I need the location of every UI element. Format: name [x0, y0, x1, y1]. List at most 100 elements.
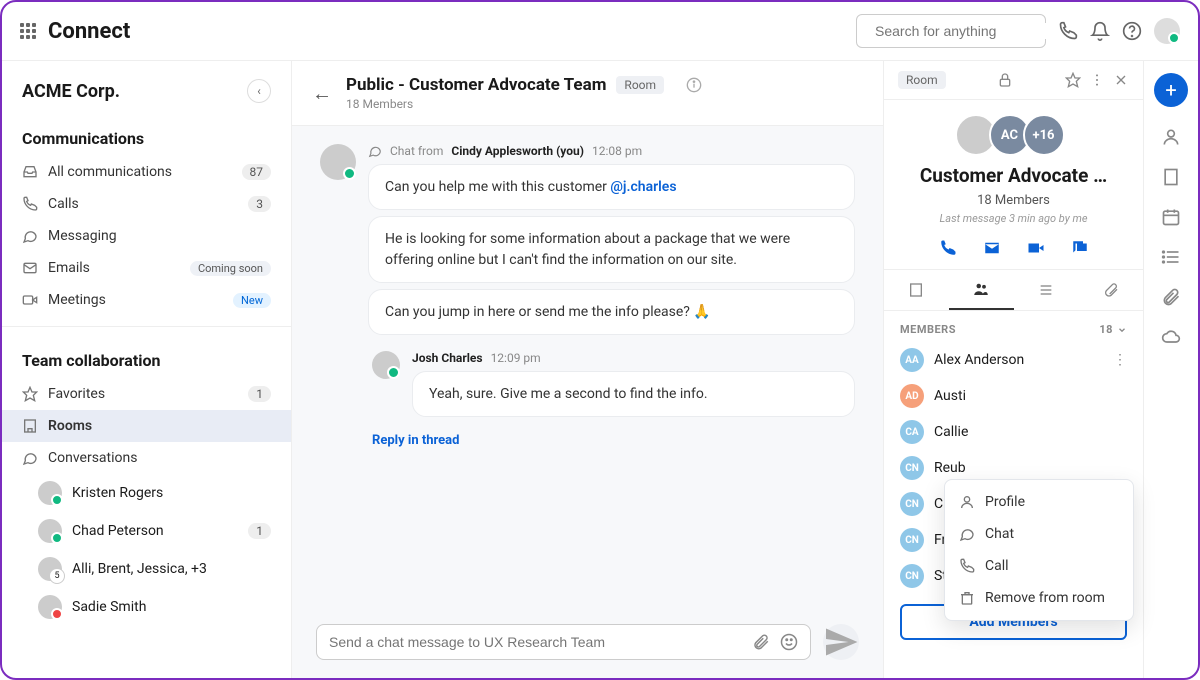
context-menu-item[interactable]: Call	[945, 550, 1133, 582]
member-row[interactable]: CA Callie	[884, 414, 1143, 450]
message-bubble: Can you help me with this customer @j.ch…	[368, 164, 855, 210]
nav-messaging[interactable]: Messaging	[2, 220, 291, 252]
chat-icon	[22, 228, 38, 244]
user-icon	[959, 494, 975, 510]
nav-emails[interactable]: Emails Coming soon	[2, 252, 291, 284]
cloud-icon[interactable]	[1161, 327, 1181, 347]
room-last-message: Last message 3 min ago by me	[884, 212, 1143, 225]
calendar-icon[interactable]	[1161, 207, 1181, 227]
context-menu-item[interactable]: Profile	[945, 486, 1133, 518]
room-tag: Room	[898, 71, 946, 89]
tab-members[interactable]	[949, 270, 1014, 310]
bell-icon[interactable]	[1090, 21, 1110, 41]
workspace-name: ACME Corp.	[22, 81, 120, 102]
conversation-item[interactable]: Chad Peterson 1	[2, 512, 291, 550]
conversation-item[interactable]: Sadie Smith	[2, 588, 291, 626]
new-button[interactable]: +	[1154, 73, 1188, 107]
avatar[interactable]	[372, 351, 400, 379]
lock-icon	[997, 72, 1013, 88]
room-tag: Room	[616, 76, 664, 94]
nav-meetings[interactable]: Meetings New	[2, 284, 291, 316]
count-badge: 1	[248, 386, 271, 402]
conversation-name: Sadie Smith	[72, 599, 146, 615]
chat-subtitle: 18 Members	[346, 97, 863, 111]
action-video-icon[interactable]	[1027, 239, 1045, 257]
action-email-icon[interactable]	[983, 239, 1001, 257]
context-menu-item[interactable]: Remove from room	[945, 582, 1133, 614]
phone-icon	[959, 558, 975, 574]
chevron-down-icon	[1117, 325, 1127, 335]
more-vertical-icon[interactable]	[1089, 72, 1105, 88]
avatar	[38, 481, 62, 505]
back-arrow-icon[interactable]: ←	[312, 81, 332, 106]
avatar-initials: CN	[900, 492, 924, 516]
composer-input[interactable]	[329, 634, 742, 650]
members-count-toggle[interactable]: 18	[1099, 323, 1127, 336]
avatar-more-count[interactable]: +16	[1023, 114, 1065, 156]
chat-icon	[22, 450, 38, 466]
conversation-item[interactable]: Alli, Brent, Jessica, +3	[2, 550, 291, 588]
message-bubble: He is looking for some information about…	[368, 216, 855, 283]
tasks-icon[interactable]	[1161, 247, 1181, 267]
nav-all-communications[interactable]: All communications 87	[2, 156, 291, 188]
reply-in-thread-link[interactable]: Reply in thread	[372, 433, 855, 448]
chat-icon	[959, 526, 975, 542]
details-panel: Room AC +16 Customer Advocate … 18 Membe…	[884, 61, 1144, 678]
star-icon[interactable]	[1065, 72, 1081, 88]
member-name: Austi	[934, 388, 966, 404]
tab-room-info[interactable]	[884, 270, 949, 310]
member-name: Alex Anderson	[934, 352, 1024, 368]
global-search[interactable]	[856, 14, 1046, 48]
nav-conversations[interactable]: Conversations	[2, 442, 291, 474]
messages-scroll[interactable]: Chat from Cindy Applesworth (you) 12:08 …	[292, 126, 883, 612]
search-input[interactable]	[875, 23, 1056, 39]
attachment-icon[interactable]	[752, 633, 770, 651]
profile-icon[interactable]	[1161, 127, 1181, 147]
member-row[interactable]: AD Austi	[884, 378, 1143, 414]
member-name: Callie	[934, 424, 968, 440]
avatar-initials: CN	[900, 528, 924, 552]
avatar[interactable]	[320, 144, 356, 180]
members-section-label: MEMBERS	[900, 323, 956, 336]
close-icon[interactable]	[1113, 72, 1129, 88]
video-icon	[22, 292, 38, 308]
conversation-item[interactable]: Kristen Rogers	[2, 474, 291, 512]
section-team-collaboration: Team collaboration	[2, 337, 291, 378]
nav-favorites[interactable]: Favorites 1	[2, 378, 291, 410]
room-member-count: 18 Members	[884, 193, 1143, 208]
message-bubble: Yeah, sure. Give me a second to find the…	[412, 371, 855, 417]
new-badge: New	[233, 293, 271, 308]
coming-soon-badge: Coming soon	[190, 261, 271, 276]
avatar	[38, 595, 62, 619]
send-button[interactable]	[823, 624, 859, 660]
collapse-sidebar-button[interactable]: ‹	[247, 79, 271, 103]
member-context-menu: ProfileChatCallRemove from room	[944, 479, 1134, 621]
action-chat-icon[interactable]	[1071, 239, 1089, 257]
right-rail: +	[1144, 61, 1198, 678]
tab-files[interactable]	[1078, 270, 1143, 310]
tab-tasks[interactable]	[1014, 270, 1079, 310]
message-time: 12:08 pm	[592, 144, 642, 158]
current-user-avatar[interactable]	[1154, 18, 1180, 44]
emoji-icon[interactable]	[780, 633, 798, 651]
more-vertical-icon[interactable]: ⋮	[1113, 352, 1127, 368]
help-icon[interactable]	[1122, 21, 1142, 41]
member-row[interactable]: AA Alex Anderson ⋮	[884, 342, 1143, 378]
nav-calls[interactable]: Calls 3	[2, 188, 291, 220]
action-call-icon[interactable]	[939, 239, 957, 257]
mention[interactable]: @j.charles	[610, 179, 676, 195]
apps-grid-icon[interactable]	[20, 23, 36, 39]
avatar-initials: CA	[900, 420, 924, 444]
count-badge: 1	[248, 523, 271, 539]
app-logo: Connect	[48, 19, 130, 44]
composer-input-box[interactable]	[316, 624, 811, 660]
message-thread: Josh Charles 12:09 pm Yeah, sure. Give m…	[372, 351, 855, 423]
phone-icon[interactable]	[1058, 21, 1078, 41]
info-icon[interactable]	[686, 77, 702, 93]
avatar-initials: AA	[900, 348, 924, 372]
nav-rooms[interactable]: Rooms	[2, 410, 291, 442]
attachment-icon[interactable]	[1161, 287, 1181, 307]
building-icon[interactable]	[1161, 167, 1181, 187]
count-badge: 3	[248, 196, 271, 212]
context-menu-item[interactable]: Chat	[945, 518, 1133, 550]
